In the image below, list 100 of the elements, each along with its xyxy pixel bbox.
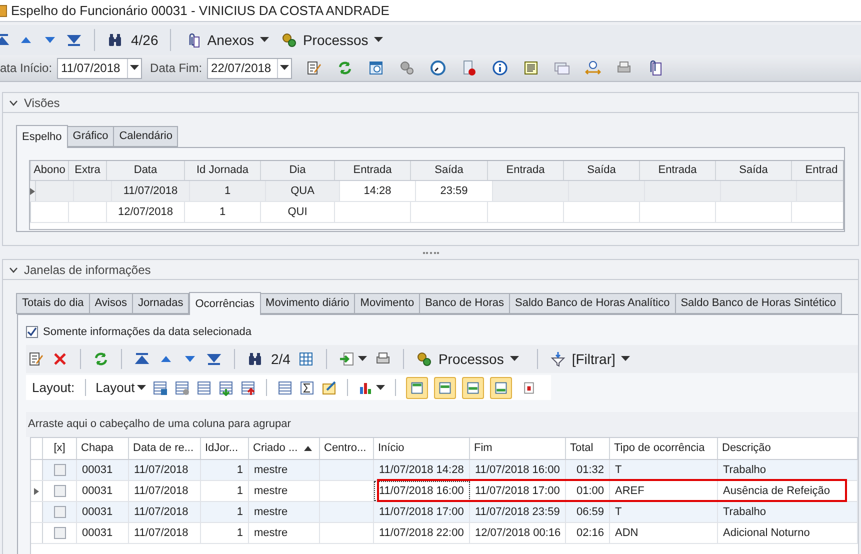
column-header[interactable]: Entrad xyxy=(792,161,844,180)
clock-icon[interactable] xyxy=(430,60,446,76)
splitter-handle-icon[interactable] xyxy=(422,252,438,254)
table-icon[interactable] xyxy=(276,380,293,396)
tab[interactable]: Calendário xyxy=(113,126,178,147)
sort-ascending-icon[interactable] xyxy=(304,446,312,451)
table-icon[interactable] xyxy=(152,380,168,396)
table-icon[interactable] xyxy=(218,380,234,396)
calendar-icon[interactable] xyxy=(368,60,384,76)
column-header[interactable]: [x] xyxy=(43,438,77,459)
column-header[interactable]: Dia xyxy=(261,161,335,180)
first-record-icon[interactable] xyxy=(134,351,150,367)
tab[interactable]: Ocorrências xyxy=(189,292,261,315)
tab[interactable]: Saldo Banco de Horas Sintético xyxy=(674,293,842,314)
date-field[interactable]: 11/07/2018 xyxy=(57,58,142,78)
section-header[interactable]: Janelas de informações xyxy=(3,260,858,280)
column-header[interactable]: Tipo de ocorrência xyxy=(610,438,718,459)
edit-document-icon[interactable] xyxy=(28,351,44,367)
layout-toggle-button[interactable] xyxy=(406,376,428,398)
column-header[interactable]: Saída xyxy=(411,161,488,180)
column-header[interactable]: Data xyxy=(107,161,185,180)
layout-toggle-button[interactable] xyxy=(434,376,456,398)
caret-icon[interactable] xyxy=(510,356,519,362)
sum-icon[interactable] xyxy=(298,380,315,396)
column-header[interactable]: Criado ... xyxy=(249,438,320,459)
column-header[interactable]: Chapa xyxy=(77,438,129,459)
caret-icon[interactable] xyxy=(358,356,368,362)
column-header[interactable]: Extra xyxy=(69,161,107,180)
refresh-icon[interactable] xyxy=(337,60,354,76)
row-checkbox[interactable] xyxy=(54,506,66,518)
checkbox[interactable] xyxy=(26,326,38,338)
column-header[interactable]: Entrada xyxy=(640,161,716,180)
info-icon[interactable] xyxy=(492,60,508,76)
table-cell: 11/07/2018 xyxy=(129,460,201,480)
section-header[interactable]: Visões xyxy=(3,93,858,113)
layout-menu-button[interactable]: Layout xyxy=(96,378,146,398)
tab[interactable]: Gráfico xyxy=(66,126,114,147)
table-icon[interactable] xyxy=(174,380,190,396)
column-header[interactable]: Saída xyxy=(564,161,640,180)
menu-button[interactable]: [Filtrar] xyxy=(550,348,630,370)
edit-table-icon[interactable] xyxy=(320,380,337,396)
column-header[interactable]: Data de re... xyxy=(129,438,201,459)
caret-icon[interactable] xyxy=(374,37,384,43)
menu-button[interactable]: Anexos xyxy=(183,30,271,50)
binoculars-icon[interactable] xyxy=(247,351,263,367)
table-icon[interactable] xyxy=(196,380,212,396)
tab[interactable]: Totais do dia xyxy=(16,293,90,314)
collapse-chevron-icon[interactable] xyxy=(9,266,18,272)
tab[interactable]: Jornadas xyxy=(132,293,190,314)
last-record-icon[interactable] xyxy=(66,32,82,48)
date-field[interactable]: 22/07/2018 xyxy=(207,58,292,78)
column-header[interactable]: Descrição xyxy=(718,438,858,459)
edit-document-icon[interactable] xyxy=(306,60,322,76)
collapse-chevron-icon[interactable] xyxy=(9,100,18,106)
tab[interactable]: Banco de Horas xyxy=(419,293,510,314)
row-checkbox[interactable] xyxy=(54,527,66,539)
gears-icon[interactable] xyxy=(280,32,297,48)
row-checkbox[interactable] xyxy=(54,485,66,497)
document-alert-icon[interactable] xyxy=(461,60,478,76)
caret-icon[interactable] xyxy=(136,384,146,390)
layout-toggle-button[interactable] xyxy=(490,376,512,398)
tab[interactable]: Movimento xyxy=(354,293,420,314)
last-record-icon[interactable] xyxy=(206,351,222,367)
binoculars-icon[interactable] xyxy=(107,32,123,48)
export-button[interactable] xyxy=(339,351,368,367)
column-header[interactable]: Id Jornada xyxy=(185,161,261,180)
clock-arrows-icon[interactable] xyxy=(585,60,602,76)
column-header[interactable]: Abono xyxy=(31,161,69,180)
row-header[interactable] xyxy=(31,481,43,501)
caret-icon[interactable] xyxy=(376,384,385,390)
dropdown-caret-icon[interactable] xyxy=(130,65,140,71)
gears-icon[interactable] xyxy=(416,351,432,367)
column-header[interactable]: IdJor... xyxy=(201,438,249,459)
menu-button[interactable]: Processos xyxy=(278,30,386,50)
tab[interactable]: Avisos xyxy=(88,293,133,314)
menu-button[interactable]: Processos xyxy=(416,348,519,370)
grid-icon[interactable] xyxy=(298,351,314,367)
list-document-icon[interactable] xyxy=(523,60,540,76)
gears-icon[interactable] xyxy=(399,60,416,76)
refresh-icon[interactable] xyxy=(93,351,109,367)
table-icon[interactable] xyxy=(240,380,256,396)
column-header[interactable]: Entrada xyxy=(335,161,411,180)
tab[interactable]: Saldo Banco de Horas Analítico xyxy=(508,293,676,314)
filter-icon[interactable] xyxy=(550,351,566,367)
caret-icon[interactable] xyxy=(621,356,630,362)
column-header[interactable]: Entrada xyxy=(488,161,564,180)
dropdown-caret-icon[interactable] xyxy=(280,65,290,71)
tab[interactable]: Espelho xyxy=(16,125,68,148)
tab[interactable]: Movimento diário xyxy=(260,293,356,314)
layout-toggle-button[interactable] xyxy=(462,376,484,398)
column-header[interactable]: Início xyxy=(374,438,470,459)
row-checkbox[interactable] xyxy=(54,464,66,476)
column-header[interactable]: Fim xyxy=(470,438,566,459)
caret-icon[interactable] xyxy=(260,37,269,43)
row-header[interactable] xyxy=(30,181,36,201)
column-header[interactable]: Centro... xyxy=(320,438,374,459)
export-arrow-icon[interactable] xyxy=(339,351,356,367)
delete-icon[interactable] xyxy=(52,351,68,367)
column-header[interactable]: Saída xyxy=(716,161,792,180)
column-header[interactable]: Total xyxy=(566,438,610,459)
